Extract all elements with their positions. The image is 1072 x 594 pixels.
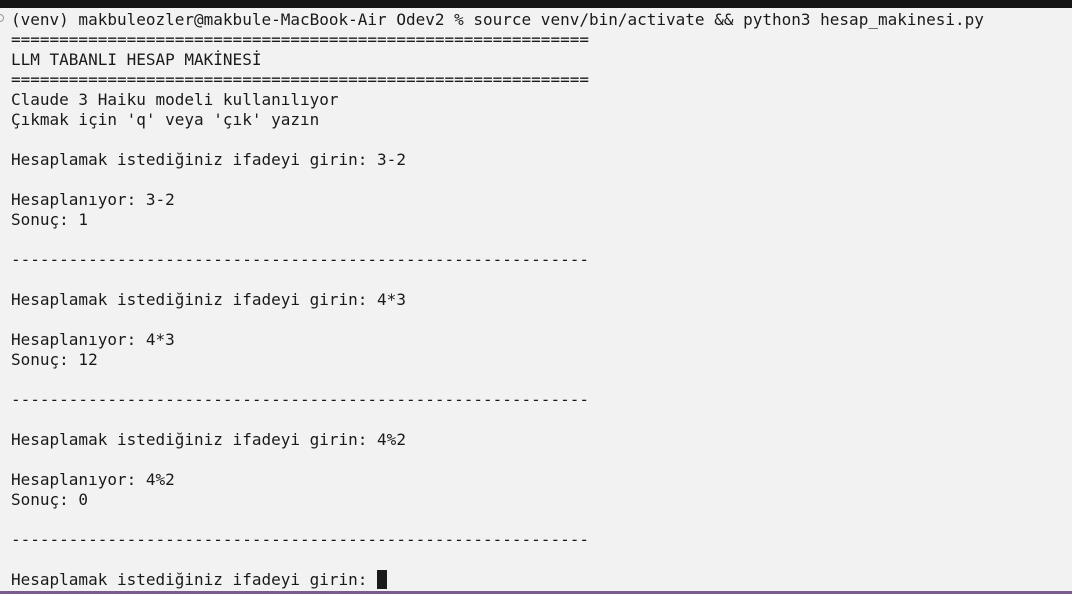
command-line: (venv) makbuleozler@makbule-MacBook-Air … (11, 10, 984, 29)
separator-dash: ----------------------------------------… (11, 390, 589, 409)
current-input-line[interactable]: Hesaplamak istediğiniz ifadeyi girin: (11, 570, 1069, 590)
input-prompt: Hesaplamak istediğiniz ifadeyi girin: (11, 570, 378, 589)
app-title: LLM TABANLI HESAP MAKİNESİ (11, 50, 262, 69)
result-text: Sonuç: 0 (11, 490, 89, 509)
result-text: Sonuç: 12 (11, 350, 98, 369)
input-prompt: Hesaplamak istediğiniz ifadeyi girin: 3-… (11, 150, 406, 169)
interaction-block: Hesaplamak istediğiniz ifadeyi girin: 4%… (11, 430, 1069, 570)
exit-hint: Çıkmak için 'q' veya 'çık' yazın (11, 110, 320, 129)
computing-text: Hesaplanıyor: 4*3 (11, 330, 175, 349)
separator-double: ========================================… (11, 30, 589, 49)
separator-dash: ----------------------------------------… (11, 530, 589, 549)
separator-dash: ----------------------------------------… (11, 250, 589, 269)
computing-text: Hesaplanıyor: 3-2 (11, 190, 175, 209)
model-info: Claude 3 Haiku modeli kullanılıyor (11, 90, 339, 109)
computing-text: Hesaplanıyor: 4%2 (11, 470, 175, 489)
input-prompt: Hesaplamak istediğiniz ifadeyi girin: 4*… (11, 290, 406, 309)
window-top-edge (0, 0, 1072, 8)
separator-double: ========================================… (11, 70, 589, 89)
text-cursor (377, 570, 388, 589)
interaction-block: Hesaplamak istediğiniz ifadeyi girin: 3-… (11, 150, 1069, 290)
interaction-block: Hesaplamak istediğiniz ifadeyi girin: 4*… (11, 290, 1069, 430)
input-prompt: Hesaplamak istediğiniz ifadeyi girin: 4%… (11, 430, 406, 449)
prompt-mark-icon (0, 14, 4, 22)
result-text: Sonuç: 1 (11, 210, 89, 229)
terminal-output[interactable]: (venv) makbuleozler@makbule-MacBook-Air … (11, 10, 1069, 590)
